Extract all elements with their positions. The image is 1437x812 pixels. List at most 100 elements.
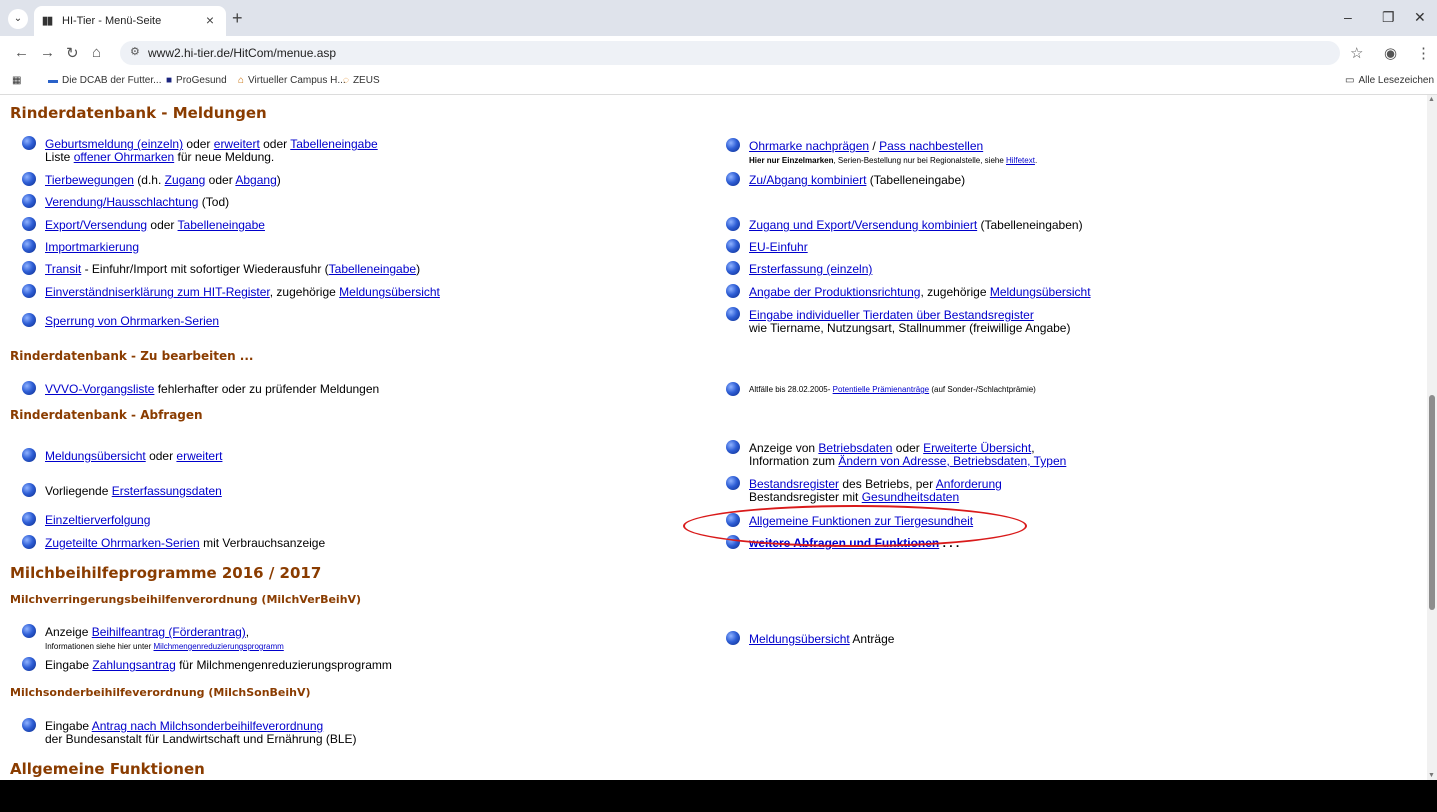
heading-zu-bearbeiten: Rinderdatenbank - Zu bearbeiten ... [10, 349, 254, 363]
link-ersterfassungsdaten[interactable]: Ersterfassungsdaten [112, 484, 222, 498]
bullet-icon [726, 217, 740, 231]
link-hilfetext[interactable]: Hilfetext [1006, 156, 1035, 165]
heading-milchver: Milchverringerungsbeihilfenverordnung (M… [10, 593, 362, 606]
item-zugang-export: Zugang und Export/Versendung kombiniert … [726, 217, 1083, 232]
bookmark-dcab[interactable]: ▬ Die DCAB der Futter... [48, 75, 161, 86]
link-beihilfeantrag[interactable]: Beihilfeantrag (Förderantrag) [92, 625, 246, 639]
link-verendung[interactable]: Verendung/Hausschlachtung [45, 195, 198, 209]
bookmark-campus[interactable]: ⌂ Virtueller Campus H... [238, 75, 346, 86]
bookmark-zeus[interactable]: ◌ ZEUS [343, 75, 380, 86]
new-tab-icon[interactable]: + [232, 8, 243, 29]
home-icon[interactable]: ⌂ [92, 44, 101, 61]
link-anforderung[interactable]: Anforderung [936, 477, 1002, 491]
dcab-icon: ▬ [48, 75, 58, 86]
scroll-up-icon[interactable]: ▲ [1428, 96, 1435, 103]
all-bookmarks[interactable]: ▭ Alle Lesezeichen [1345, 75, 1434, 86]
bullet-icon [22, 313, 36, 327]
link-einverstaendnis[interactable]: Einverständniserklärung zum HIT-Register [45, 285, 270, 299]
forward-icon[interactable]: → [40, 44, 55, 61]
link-vvvo[interactable]: VVVO-Vorgangsliste [45, 382, 154, 396]
site-settings-icon[interactable]: ⚙ [130, 45, 140, 58]
link-abgang[interactable]: Abgang [235, 173, 276, 187]
minimize-icon[interactable]: – [1344, 9, 1352, 25]
link-sonderbeihilfe[interactable]: Antrag nach Milchsonderbeihilfeverordnun… [92, 719, 323, 733]
link-tabelleneingabe[interactable]: Tabelleneingabe [290, 137, 377, 151]
link-erweiterte-uebersicht[interactable]: Erweiterte Übersicht [923, 441, 1031, 455]
tab-close-icon[interactable]: × [206, 12, 214, 28]
link-antraege-meldungsuebersicht[interactable]: Meldungsübersicht [749, 632, 850, 646]
bullet-icon [726, 172, 740, 186]
link-ersterfassung[interactable]: Ersterfassung (einzeln) [749, 262, 872, 276]
link-eu-einfuhr[interactable]: EU-Einfuhr [749, 240, 808, 254]
profile-icon[interactable]: ◉ [1384, 44, 1397, 62]
heading-milch: Milchbeihilfeprogramme 2016 / 2017 [10, 564, 322, 582]
bullet-icon [22, 284, 36, 298]
link-praemienantraege[interactable]: Potentielle Prämienanträge [833, 385, 930, 394]
zeus-icon: ◌ [343, 75, 349, 86]
link-zugang-export[interactable]: Zugang und Export/Versendung kombiniert [749, 218, 977, 232]
link-zuabgang[interactable]: Zu/Abgang kombiniert [749, 173, 866, 187]
bookmarks-bar: ▦ ▬ Die DCAB der Futter... ■ ProGesund ⌂ Vi… [0, 70, 1437, 95]
link-importmarkierung[interactable]: Importmarkierung [45, 240, 139, 254]
nav-bar: ← → ↻ ⌂ ⚙ www2.hi-tier.de/HitCom/menue.a… [0, 36, 1437, 70]
link-produktionsrichtung[interactable]: Angabe der Produktionsrichtung [749, 285, 920, 299]
link-zahlungsantrag[interactable]: Zahlungsantrag [92, 658, 175, 672]
item-vvvo: VVVO-Vorgangsliste fehlerhafter oder zu … [22, 381, 379, 396]
item-export: Export/Versendung oder Tabelleneingabe [22, 217, 265, 232]
link-erweitert[interactable]: erweitert [214, 137, 260, 151]
link-milchmengenreduzierung[interactable]: Milchmengenreduzierungsprogramm [154, 642, 284, 651]
link-einzeltierverfolgung[interactable]: Einzeltierverfolgung [45, 513, 150, 527]
link-meldungsuebersicht[interactable]: Meldungsübersicht [45, 449, 146, 463]
link-zugang[interactable]: Zugang [165, 173, 206, 187]
reload-icon[interactable]: ↻ [66, 44, 79, 62]
bullet-icon [726, 631, 740, 645]
link-meldueb-erweitert[interactable]: erweitert [176, 449, 222, 463]
close-window-icon[interactable]: ✕ [1414, 9, 1426, 26]
link-tierbewegungen[interactable]: Tierbewegungen [45, 173, 134, 187]
item-ersterfassung: Ersterfassung (einzeln) [726, 261, 872, 276]
tab-active[interactable]: ▮▮ HI-Tier - Menü-Seite × [34, 6, 226, 36]
link-zugeteilte[interactable]: Zugeteilte Ohrmarken-Serien [45, 536, 200, 550]
bookmark-star-icon[interactable]: ☆ [1350, 44, 1363, 62]
bullet-icon [22, 381, 36, 395]
link-gesundheitsdaten[interactable]: Gesundheitsdaten [862, 490, 959, 504]
bullet-icon [22, 239, 36, 253]
link-offene-ohrmarken[interactable]: offener Ohrmarken [74, 150, 175, 164]
link-betriebsdaten[interactable]: Betriebsdaten [818, 441, 892, 455]
address-bar[interactable]: ⚙ www2.hi-tier.de/HitCom/menue.asp [120, 41, 1340, 65]
link-export-tabelle[interactable]: Tabelleneingabe [178, 218, 265, 232]
link-ohrmarke-nachpraegen[interactable]: Ohrmarke nachprägen [749, 139, 869, 153]
scroll-down-icon[interactable]: ▼ [1428, 772, 1435, 779]
item-tierdaten: Eingabe individueller Tierdaten über Bes… [726, 307, 1070, 335]
tab-title: HI-Tier - Menü-Seite [62, 15, 162, 27]
link-pass-nachbestellen[interactable]: Pass nachbestellen [879, 139, 983, 153]
link-aendern-adresse[interactable]: Ändern von Adresse, Betriebsdaten, Typen [838, 454, 1066, 468]
item-einzeltierverfolgung: Einzeltierverfolgung [22, 512, 150, 527]
link-geburtsmeldung[interactable]: Geburtsmeldung (einzeln) [45, 137, 183, 151]
bullet-icon [22, 136, 36, 150]
item-altfaelle: Altfälle bis 28.02.2005- Potentielle Prä… [726, 382, 1036, 396]
link-produktion-meldungsuebersicht[interactable]: Meldungsübersicht [990, 285, 1091, 299]
link-sperrung[interactable]: Sperrung von Ohrmarken-Serien [45, 314, 219, 328]
apps-icon[interactable]: ▦ [12, 75, 21, 86]
link-transit-tabelle[interactable]: Tabelleneingabe [329, 262, 416, 276]
link-bestandsregister[interactable]: Bestandsregister [749, 477, 839, 491]
bullet-icon [22, 535, 36, 549]
link-transit[interactable]: Transit [45, 262, 81, 276]
restore-icon[interactable]: ❐ [1382, 9, 1395, 26]
back-icon[interactable]: ← [14, 44, 29, 61]
bullet-icon [22, 194, 36, 208]
tab-bar: ⌄ ▮▮ HI-Tier - Menü-Seite × + – ❐ ✕ [0, 0, 1437, 36]
scroll-thumb[interactable] [1429, 395, 1435, 610]
vertical-scrollbar[interactable]: ▲ ▼ [1427, 95, 1437, 780]
campus-icon: ⌂ [238, 75, 245, 86]
item-tierbewegungen: Tierbewegungen (d.h. Zugang oder Abgang) [22, 172, 281, 187]
bookmark-progesund[interactable]: ■ ProGesund [166, 75, 227, 86]
bullet-icon [726, 382, 740, 396]
link-tierdaten[interactable]: Eingabe individueller Tierdaten über Bes… [749, 308, 1034, 322]
menu-dots-icon[interactable]: ⋮ [1416, 44, 1431, 62]
link-einverst-meldungsuebersicht[interactable]: Meldungsübersicht [339, 285, 440, 299]
link-export[interactable]: Export/Versendung [45, 218, 147, 232]
bullet-icon [726, 138, 740, 152]
tab-search-icon[interactable]: ⌄ [8, 9, 28, 29]
